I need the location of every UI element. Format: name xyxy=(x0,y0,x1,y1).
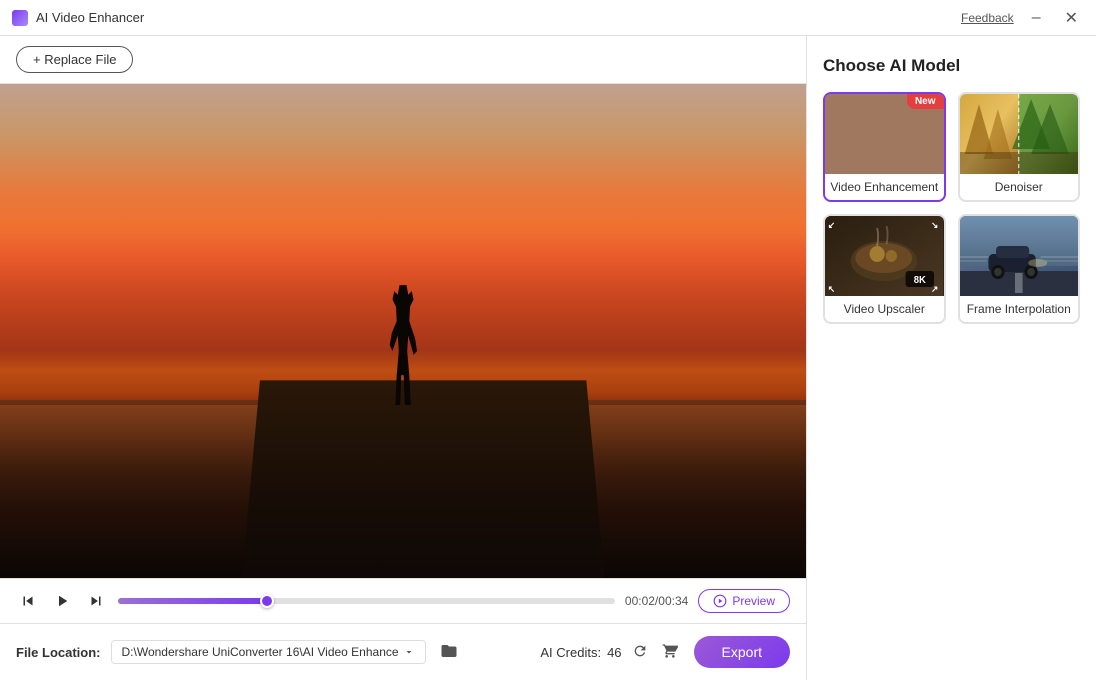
refresh-icon xyxy=(632,643,648,659)
cart-icon xyxy=(662,643,678,659)
model-card-frame-interpolation[interactable]: Frame Interpolation xyxy=(958,214,1081,324)
model-thumb-denoiser xyxy=(960,94,1079,174)
svg-text:↖: ↖ xyxy=(828,284,835,294)
upscaler-preview: ↙ ↘ ↖ ↗ 8K xyxy=(825,216,944,296)
app-icon xyxy=(12,10,28,26)
export-button[interactable]: Export xyxy=(694,636,790,668)
folder-icon xyxy=(440,642,458,660)
file-location: File Location: D:\Wondershare UniConvert… xyxy=(16,638,462,667)
skip-forward-icon xyxy=(87,592,105,610)
video-background xyxy=(0,84,806,578)
skip-back-button[interactable] xyxy=(16,589,40,613)
svg-text:↙: ↙ xyxy=(828,220,835,230)
skip-forward-button[interactable] xyxy=(84,589,108,613)
file-location-label: File Location: xyxy=(16,645,101,660)
model-label-denoiser: Denoiser xyxy=(960,174,1079,200)
title-bar-right: Feedback – ✕ xyxy=(961,6,1084,30)
preview-icon xyxy=(713,594,727,608)
right-panel: Choose AI Model New xyxy=(806,36,1096,680)
model-card-video-enhancement[interactable]: New xyxy=(823,92,946,202)
close-button[interactable]: ✕ xyxy=(1059,6,1084,30)
model-thumb-interpolation xyxy=(960,216,1079,296)
model-label-upscaler: Video Upscaler xyxy=(825,296,944,322)
progress-fill xyxy=(118,598,267,604)
skip-back-icon xyxy=(19,592,37,610)
app-title: AI Video Enhancer xyxy=(36,10,144,25)
main-container: + Replace File xyxy=(0,36,1096,680)
bottom-right: AI Credits: 46 Export xyxy=(540,636,790,668)
ai-credits: AI Credits: 46 xyxy=(540,639,681,666)
preview-button[interactable]: Preview xyxy=(698,589,790,613)
title-bar-left: AI Video Enhancer xyxy=(12,10,144,26)
file-path-text: D:\Wondershare UniConverter 16\AI Video … xyxy=(122,645,399,659)
left-panel: + Replace File xyxy=(0,36,806,680)
file-path-select[interactable]: D:\Wondershare UniConverter 16\AI Video … xyxy=(111,640,426,664)
choose-model-title: Choose AI Model xyxy=(823,56,1080,76)
minimize-button[interactable]: – xyxy=(1026,7,1047,29)
preview-label: Preview xyxy=(732,594,775,608)
ai-credits-value: 46 xyxy=(607,645,621,660)
play-icon xyxy=(53,592,71,610)
folder-button[interactable] xyxy=(436,638,462,667)
model-label-enhancement: Video Enhancement xyxy=(825,174,944,200)
title-bar: AI Video Enhancer Feedback – ✕ xyxy=(0,0,1096,36)
denoiser-preview xyxy=(960,94,1079,174)
play-button[interactable] xyxy=(50,589,74,613)
svg-text:↘: ↘ xyxy=(931,220,938,230)
video-controls: 00:02/00:34 Preview xyxy=(0,578,806,623)
silhouette xyxy=(386,285,421,405)
toolbar: + Replace File xyxy=(0,36,806,84)
svg-text:8K: 8K xyxy=(914,275,926,286)
refresh-button[interactable] xyxy=(628,639,652,666)
model-thumb-upscaler: ↙ ↘ ↖ ↗ 8K xyxy=(825,216,944,296)
replace-file-button[interactable]: + Replace File xyxy=(16,46,133,73)
silhouette-body xyxy=(386,285,421,405)
chevron-down-icon xyxy=(403,646,415,658)
ai-credits-label: AI Credits: xyxy=(540,645,601,660)
feedback-link[interactable]: Feedback xyxy=(961,11,1014,25)
model-card-video-upscaler[interactable]: ↙ ↘ ↖ ↗ 8K Video Upscaler xyxy=(823,214,946,324)
progress-thumb xyxy=(260,594,274,608)
progress-bar[interactable] xyxy=(118,598,615,604)
new-badge: New xyxy=(907,94,944,109)
model-grid: New xyxy=(823,92,1080,324)
model-label-interpolation: Frame Interpolation xyxy=(960,296,1079,322)
model-thumb-enhancement: New xyxy=(825,94,944,174)
time-display: 00:02/00:34 xyxy=(625,594,688,608)
cart-button[interactable] xyxy=(658,639,682,666)
model-card-denoiser[interactable]: Denoiser xyxy=(958,92,1081,202)
pier xyxy=(242,380,605,578)
bottom-bar: File Location: D:\Wondershare UniConvert… xyxy=(0,623,806,680)
video-container xyxy=(0,84,806,578)
interpolation-preview xyxy=(960,216,1079,296)
